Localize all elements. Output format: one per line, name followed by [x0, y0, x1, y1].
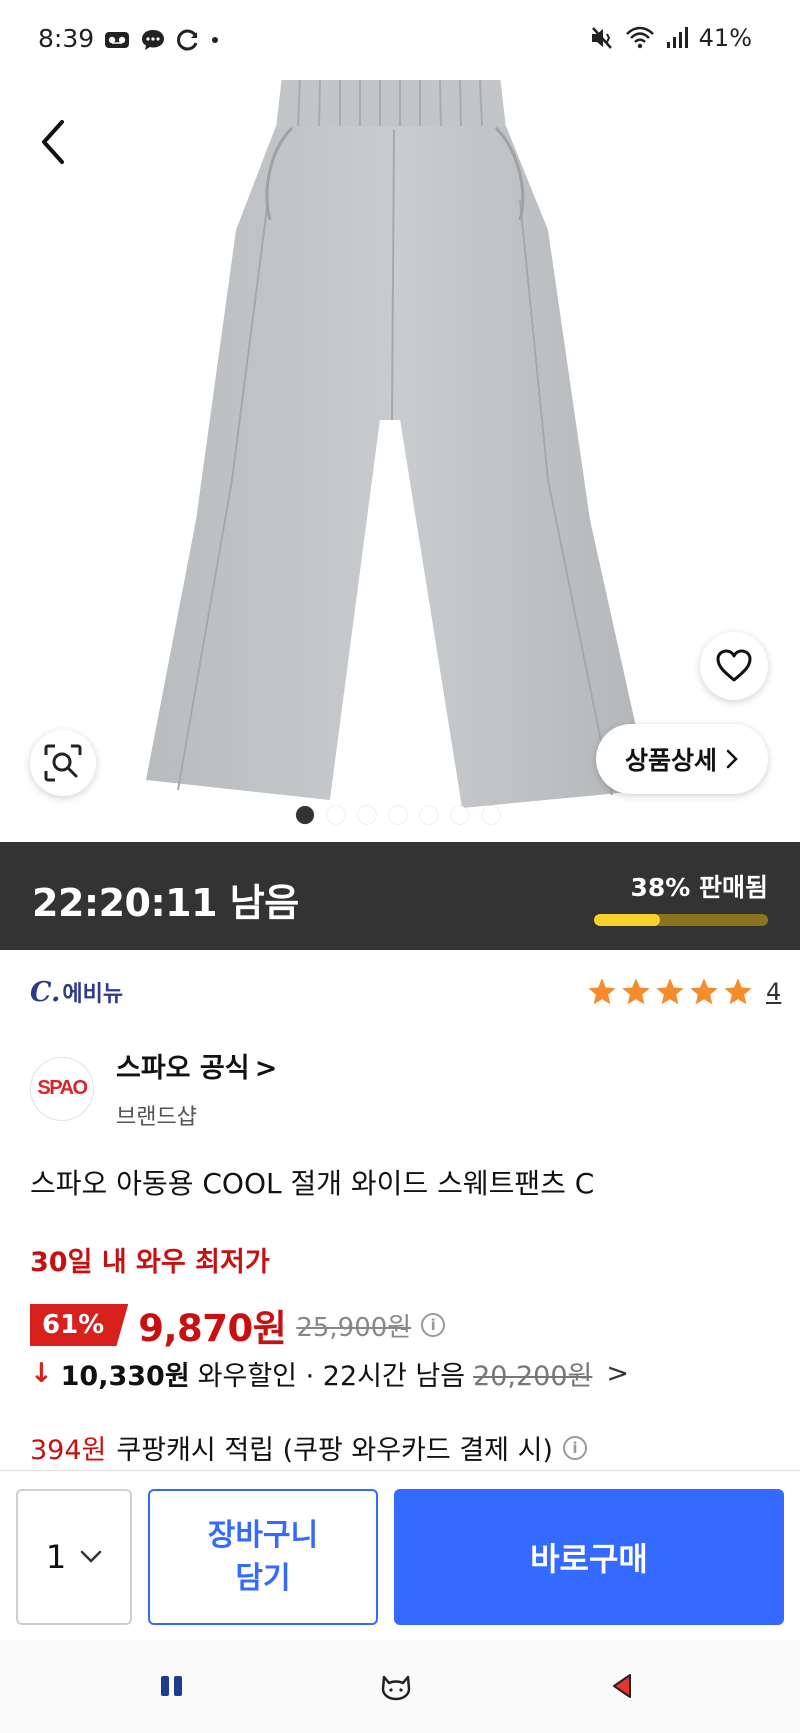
back-button[interactable]	[30, 112, 80, 172]
brand-mark: C.	[30, 976, 61, 1008]
sync-icon	[177, 29, 198, 51]
seller-logo: SPAO	[30, 1056, 94, 1121]
wow-original-price: 20,200원	[473, 1361, 593, 1392]
chevron-right-icon	[726, 749, 738, 769]
star-icon	[656, 978, 684, 1005]
back-triangle-icon	[613, 1674, 631, 1698]
star-icon	[588, 978, 616, 1005]
carousel-dot[interactable]	[327, 806, 345, 824]
wow-discount-text: 와우할인 · 22시간 남음	[197, 1361, 466, 1392]
original-price: 25,900원	[296, 1312, 412, 1343]
chevron-left-icon	[42, 120, 64, 164]
lowest-price-label: 30일 내 와우 최저가	[30, 1247, 270, 1278]
add-to-cart-button[interactable]: 장바구니 담기	[148, 1489, 378, 1625]
voicemail-icon	[105, 32, 129, 48]
brand-name: 에비뉴	[62, 982, 124, 1007]
product-image	[146, 76, 650, 810]
buy-now-label: 바로구매	[530, 1540, 648, 1578]
sold-progress-fill	[594, 914, 661, 926]
back-nav-button[interactable]	[602, 1666, 642, 1706]
rating-stars[interactable]	[586, 976, 754, 1008]
wow-discount-row[interactable]: ↓ 10,330원 와우할인 · 22시간 남음 20,200원 >	[30, 1354, 629, 1393]
buy-now-button[interactable]: 바로구매	[394, 1489, 784, 1625]
seller-name[interactable]: 스파오 공식	[116, 1053, 250, 1084]
recent-apps-icon	[161, 1676, 182, 1696]
seller-type: 브랜드샵	[116, 1105, 197, 1130]
review-count-link[interactable]: 4	[766, 978, 781, 1006]
down-arrow-icon: ↓	[30, 1358, 53, 1389]
seller-chevron: >	[254, 1053, 278, 1084]
battery-percent: 41%	[698, 24, 752, 52]
product-detail-button[interactable]: 상품상세	[596, 724, 768, 794]
image-search-button[interactable]	[30, 730, 96, 796]
sale-price: 9,870원	[138, 1307, 287, 1350]
chat-icon	[142, 30, 164, 50]
price-row: 61% 9,870원 25,900원 i	[30, 1298, 446, 1352]
home-cat-icon	[381, 1675, 411, 1701]
signal-icon	[666, 27, 688, 48]
carousel-dot[interactable]	[482, 806, 500, 824]
star-icon	[724, 978, 752, 1005]
seller-logo-text: SPAO	[37, 1077, 88, 1099]
deal-timer-bar: 22:20:11 남음 38% 판매됨	[0, 842, 800, 950]
product-detail-label: 상품상세	[624, 746, 717, 775]
wow-price: 10,330원	[60, 1361, 190, 1392]
discount-badge: 61%	[30, 1304, 129, 1346]
carousel-dot[interactable]	[420, 806, 438, 824]
carousel-dot[interactable]	[358, 806, 376, 824]
star-icon	[622, 978, 650, 1005]
cash-text: 쿠팡캐시 적립 (쿠팡 와우카드 결제 시)	[116, 1435, 553, 1466]
home-button[interactable]	[376, 1666, 416, 1706]
info-icon[interactable]: i	[562, 1435, 587, 1460]
cash-amount: 394원	[30, 1435, 107, 1466]
time-remaining: 22:20:11 남음	[32, 881, 299, 925]
mute-vibrate-icon	[591, 27, 612, 49]
sold-percent: 38% 판매됨	[630, 873, 768, 902]
heart-icon	[716, 649, 752, 682]
system-navigation-bar	[0, 1640, 800, 1733]
carousel-indicator	[296, 806, 500, 824]
recent-apps-button[interactable]	[152, 1666, 192, 1706]
lens-search-icon	[44, 744, 82, 782]
product-image-carousel[interactable]: 상품상세	[0, 0, 800, 842]
status-bar: 8:39 41%	[0, 0, 800, 80]
product-title: 스파오 아동용 COOL 절개 와이드 스웨트팬츠 C	[30, 1167, 595, 1200]
brand-label: C. 에비뉴	[30, 976, 123, 1008]
carousel-dot[interactable]	[451, 806, 469, 824]
quantity-value: 1	[45, 1538, 67, 1576]
quantity-selector[interactable]: 1	[16, 1489, 132, 1625]
info-icon[interactable]: i	[421, 1313, 446, 1337]
carousel-dot[interactable]	[296, 806, 314, 824]
wifi-icon	[625, 26, 654, 49]
status-time: 8:39	[38, 24, 95, 53]
sold-progress-bar	[594, 914, 768, 926]
cash-reward-row: 394원 쿠팡캐시 적립 (쿠팡 와우카드 결제 시) i	[30, 1428, 587, 1467]
add-to-cart-label: 장바구니 담기	[207, 1517, 319, 1597]
purchase-action-bar: 1 장바구니 담기 바로구매	[0, 1470, 800, 1640]
star-icon	[690, 978, 718, 1005]
seller-info[interactable]: SPAO 스파오 공식 > 브랜드샵	[30, 1046, 277, 1131]
wishlist-button[interactable]	[700, 632, 768, 700]
chevron-down-icon	[80, 1550, 102, 1563]
dot-icon	[212, 37, 218, 43]
carousel-dot[interactable]	[389, 806, 407, 824]
chevron-right-icon: >	[606, 1358, 630, 1389]
